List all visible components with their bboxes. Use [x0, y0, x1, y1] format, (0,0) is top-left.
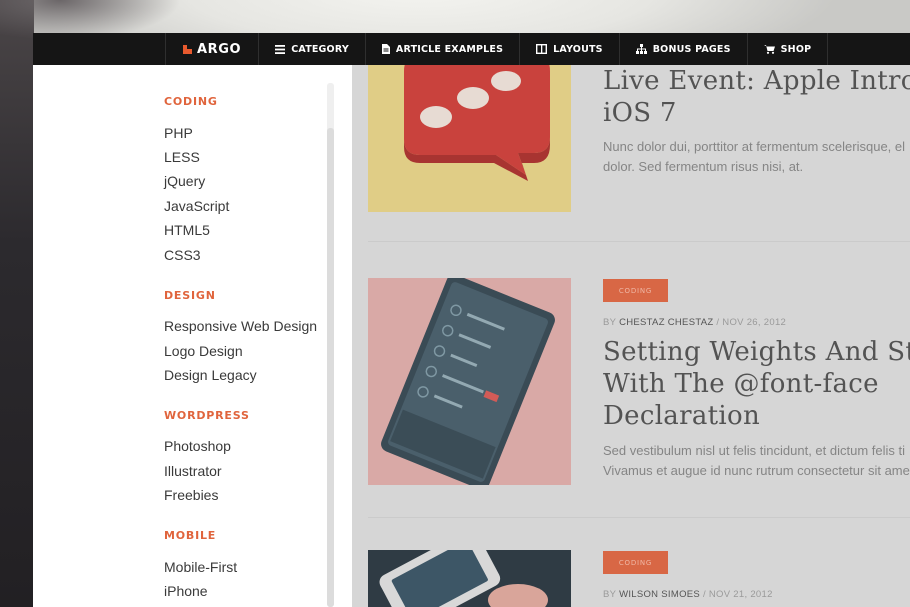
excerpt-line: dolor. Sed fermentum risus nisi, at.: [603, 159, 804, 174]
menu-link-logo-design[interactable]: Logo Design: [164, 343, 243, 359]
nav-item-article-examples[interactable]: ARTICLE EXAMPLES: [364, 33, 519, 65]
nav-item-label: CATEGORY: [291, 43, 349, 55]
phone-app-icon: [368, 278, 571, 485]
menu-link-less[interactable]: LESS: [164, 149, 200, 165]
argo-logo-icon: [183, 44, 192, 54]
article-byline: BY WILSON SIMOES / NOV 21, 2012: [603, 589, 773, 600]
menu-link-css3[interactable]: CSS3: [164, 247, 201, 263]
category-title-coding[interactable]: CODING: [164, 95, 218, 108]
menu-link-illustrator[interactable]: Illustrator: [164, 463, 222, 479]
nav-item-shop[interactable]: SHOP: [746, 33, 829, 65]
article-divider: [368, 517, 910, 518]
article-list-background: Live Event: Apple Introduc iOS 7 Nunc do…: [352, 65, 910, 607]
article-divider: [368, 241, 910, 242]
background-dark-edge: [0, 0, 34, 607]
menu-link-iphone[interactable]: iPhone: [164, 583, 208, 599]
iphone-photo-icon: [368, 550, 571, 607]
side-menu-scrollbar[interactable]: [327, 83, 334, 607]
category-title-mobile[interactable]: MOBILE: [164, 529, 216, 542]
article-date: / NOV 21, 2012: [702, 589, 773, 600]
article-excerpt: Sed vestibulum nisl ut felis tincidunt, …: [603, 441, 910, 481]
article-title-line: Declaration: [603, 401, 761, 431]
document-icon: [381, 44, 390, 54]
article-thumbnail[interactable]: [368, 278, 571, 485]
article-title-line: Setting Weights And Styles: [603, 337, 910, 367]
sitemap-icon: [635, 44, 647, 54]
chat-bubble-icon: [368, 65, 571, 212]
excerpt-line: Sed vestibulum nisl ut felis tincidunt, …: [603, 443, 906, 458]
menu-link-freebies[interactable]: Freebies: [164, 487, 218, 503]
article-byline: BY CHESTAZ CHESTAZ / NOV 26, 2012: [603, 317, 786, 328]
menu-link-design-legacy[interactable]: Design Legacy: [164, 367, 257, 383]
menu-link-photoshop[interactable]: Photoshop: [164, 438, 231, 454]
layout-icon: [536, 44, 548, 54]
excerpt-line: Vivamus et augue id nunc rutrum consecte…: [603, 463, 910, 478]
nav-item-category[interactable]: CATEGORY: [258, 33, 365, 65]
article-excerpt: Nunc dolor dui, porttitor at fermentum s…: [603, 137, 905, 177]
article-date: / NOV 26, 2012: [716, 317, 787, 328]
brand-name: ARGO: [197, 41, 242, 57]
nav-item-label: SHOP: [780, 43, 812, 55]
article-title-line: With The @font-face: [603, 369, 879, 399]
article-thumbnail[interactable]: [368, 550, 571, 607]
article-thumbnail[interactable]: [368, 65, 571, 212]
byline-prefix: BY: [603, 317, 617, 328]
nav-item-bonus-pages[interactable]: BONUS PAGES: [618, 33, 747, 65]
author-link[interactable]: CHESTAZ CHESTAZ: [619, 317, 713, 328]
nav-item-layouts[interactable]: LAYOUTS: [519, 33, 619, 65]
category-side-menu: CODING PHP LESS jQuery JavaScript HTML5 …: [33, 65, 352, 607]
nav-item-label: LAYOUTS: [553, 43, 603, 55]
article-title-line: iOS 7: [603, 98, 677, 128]
author-link[interactable]: WILSON SIMOES: [619, 589, 700, 600]
article-title[interactable]: Setting Weights And Styles With The @fon…: [603, 336, 910, 432]
article-title-line: Live Event: Apple Introduc: [603, 66, 910, 96]
cart-icon: [763, 44, 775, 54]
menu-link-javascript[interactable]: JavaScript: [164, 198, 229, 214]
menu-link-html5[interactable]: HTML5: [164, 222, 210, 238]
brand-logo-link[interactable]: ARGO: [165, 33, 258, 65]
top-navbar: ARGO CATEGORY ARTICLE EXAMPLES LAYOUTS B…: [33, 33, 910, 65]
nav-menu: ARGO CATEGORY ARTICLE EXAMPLES LAYOUTS B…: [165, 33, 829, 65]
nav-item-label: ARTICLE EXAMPLES: [395, 43, 504, 55]
menu-link-responsive-web-design[interactable]: Responsive Web Design: [164, 318, 317, 334]
category-badge[interactable]: CODING: [603, 279, 668, 302]
category-badge[interactable]: CODING: [603, 551, 668, 574]
menu-link-php[interactable]: PHP: [164, 125, 193, 141]
hamburger-icon: [275, 44, 286, 54]
article-title[interactable]: Live Event: Apple Introduc iOS 7: [603, 65, 910, 129]
category-title-wordpress[interactable]: WORDPRESS: [164, 409, 250, 422]
scrollbar-thumb[interactable]: [327, 128, 334, 607]
byline-prefix: BY: [603, 589, 617, 600]
excerpt-line: Nunc dolor dui, porttitor at fermentum s…: [603, 139, 906, 154]
menu-link-jquery[interactable]: jQuery: [164, 173, 205, 189]
menu-link-mobile-first[interactable]: Mobile-First: [164, 559, 237, 575]
category-title-design[interactable]: DESIGN: [164, 289, 216, 302]
nav-item-label: BONUS PAGES: [652, 43, 731, 55]
